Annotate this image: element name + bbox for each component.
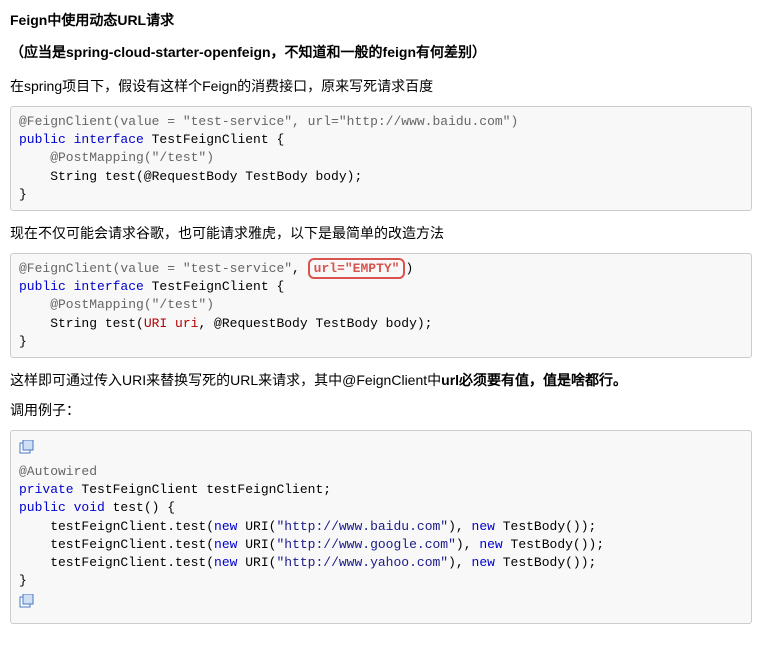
code-block-2: @FeignClient(value = "test-service", url…	[10, 253, 752, 358]
highlighted-url-param: url="EMPTY"	[308, 258, 406, 279]
page-title: Feign中使用动态URL请求	[10, 10, 752, 30]
copy-icon[interactable]	[19, 440, 35, 455]
paragraph-4: 调用例子：	[10, 400, 752, 420]
paragraph-3: 这样即可通过传入URI来替换写死的URL来请求，其中@FeignClient中u…	[10, 370, 752, 390]
paragraph-2: 现在不仅可能会请求谷歌，也可能请求雅虎，以下是最简单的改造方法	[10, 223, 752, 243]
page-subtitle: （应当是spring-cloud-starter-openfeign，不知道和一…	[10, 42, 752, 62]
copy-icon[interactable]	[19, 593, 35, 608]
code-block-1: @FeignClient(value = "test-service", url…	[10, 106, 752, 211]
paragraph-1: 在spring项目下，假设有这样个Feign的消费接口，原来写死请求百度	[10, 76, 752, 96]
code-block-3: @Autowired private TestFeignClient testF…	[10, 430, 752, 624]
